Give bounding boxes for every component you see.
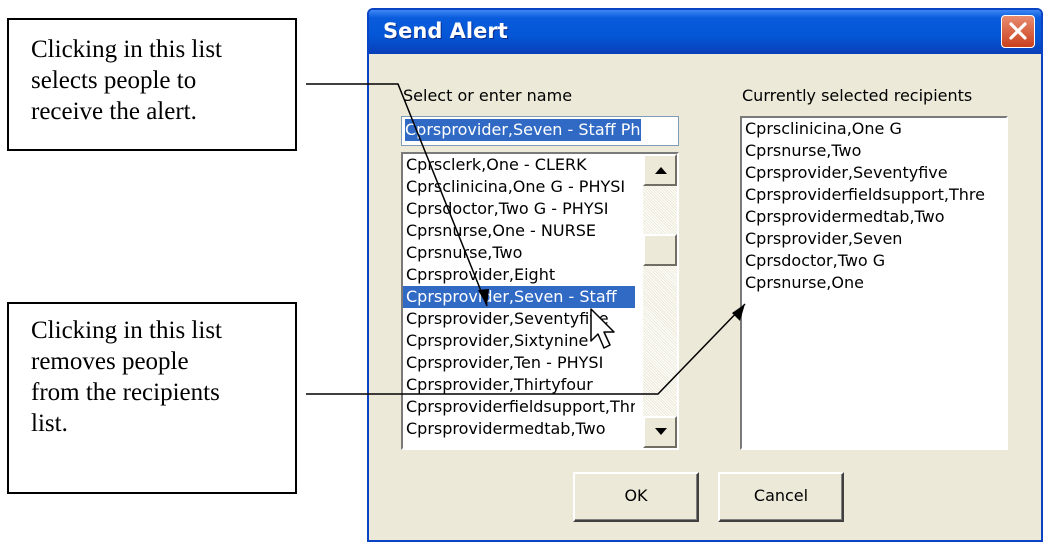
people-list-item[interactable]: Cprsprovider,Sixtynine	[403, 330, 635, 352]
name-input-value: Cprsprovider,Seven - Staff Ph	[405, 119, 641, 141]
send-alert-dialog: Send Alert Select or enter name Currentl…	[367, 8, 1043, 542]
arrow-down-icon	[655, 428, 667, 435]
scroll-down-button[interactable]	[643, 416, 677, 448]
arrow-up-icon	[655, 167, 667, 174]
recipient-list-item[interactable]: Cprsclinicina,One G	[742, 118, 1006, 140]
people-list-item[interactable]: Cprsprovider,Thirtyfour	[403, 374, 635, 396]
recipients-label: Currently selected recipients	[742, 86, 973, 105]
people-list-item[interactable]: Cprsprovider,Eight	[403, 264, 635, 286]
people-list-item[interactable]: Cprsprovider,Seventyfive	[403, 308, 635, 330]
scroll-thumb[interactable]	[643, 234, 677, 266]
callout-line: removes people	[31, 348, 189, 375]
recipient-list-item[interactable]: Cprsprovider,Seven	[742, 228, 1006, 250]
recipient-list-item[interactable]: Cprsnurse,Two	[742, 140, 1006, 162]
people-list[interactable]: Cprsclerk,One - CLERK Cprsclinicina,One G…	[401, 152, 679, 450]
recipient-list-item[interactable]: Cprsdoctor,Two G	[742, 250, 1006, 272]
callout-line: list.	[31, 410, 68, 437]
people-list-item[interactable]: Cprsdoctor,Two G - PHYSI	[403, 198, 635, 220]
callout-line: Clicking in this list	[31, 36, 222, 63]
cancel-button[interactable]: Cancel	[718, 472, 844, 522]
people-list-scrollbar[interactable]	[643, 154, 677, 448]
recipient-list-item[interactable]: Cprsprovider,Seventyfive	[742, 162, 1006, 184]
people-list-item[interactable]: Cprsprovider,Seven - Staff	[403, 286, 635, 308]
callout-line: selects people to	[31, 67, 197, 94]
name-input[interactable]: Cprsprovider,Seven - Staff Ph	[401, 116, 679, 146]
recipient-list-item[interactable]: Cprsnurse,One	[742, 272, 1006, 294]
ok-button[interactable]: OK	[573, 472, 699, 522]
dialog-title-bar[interactable]: Send Alert	[369, 10, 1041, 54]
people-list-item[interactable]: Cprsclerk,One - CLERK	[403, 154, 635, 176]
callout-remove-people: Clicking in this list removes people fro…	[7, 302, 297, 494]
recipient-list-item[interactable]: Cprsprovidermedtab,Two	[742, 206, 1006, 228]
callout-line: receive the alert.	[31, 98, 197, 125]
callout-select-people: Clicking in this list selects people to …	[7, 18, 297, 151]
scroll-up-button[interactable]	[643, 154, 677, 186]
people-list-item[interactable]: Cprsnurse,One - NURSE	[403, 220, 635, 242]
callout-line: Clicking in this list	[31, 317, 222, 344]
people-list-item[interactable]: Cprsclinicina,One G - PHYSI	[403, 176, 635, 198]
recipients-list[interactable]: Cprsclinicina,One G Cprsnurse,Two Cprsprov…	[740, 116, 1008, 450]
close-icon	[1009, 22, 1027, 40]
people-list-item[interactable]: Cprsproviderfieldsupport,Thr	[403, 396, 635, 418]
people-list-item[interactable]: Cprsprovidermedtab,Two	[403, 418, 635, 440]
close-button[interactable]	[1001, 15, 1035, 48]
people-list-item[interactable]: Cprsprovider,Ten - PHYSI	[403, 352, 635, 374]
select-name-label: Select or enter name	[403, 86, 573, 105]
dialog-title: Send Alert	[383, 19, 508, 43]
callout-line: from the recipients	[31, 379, 220, 406]
people-list-item[interactable]: Cprsnurse,Two	[403, 242, 635, 264]
recipient-list-item[interactable]: Cprsproviderfieldsupport,Thre	[742, 184, 1006, 206]
